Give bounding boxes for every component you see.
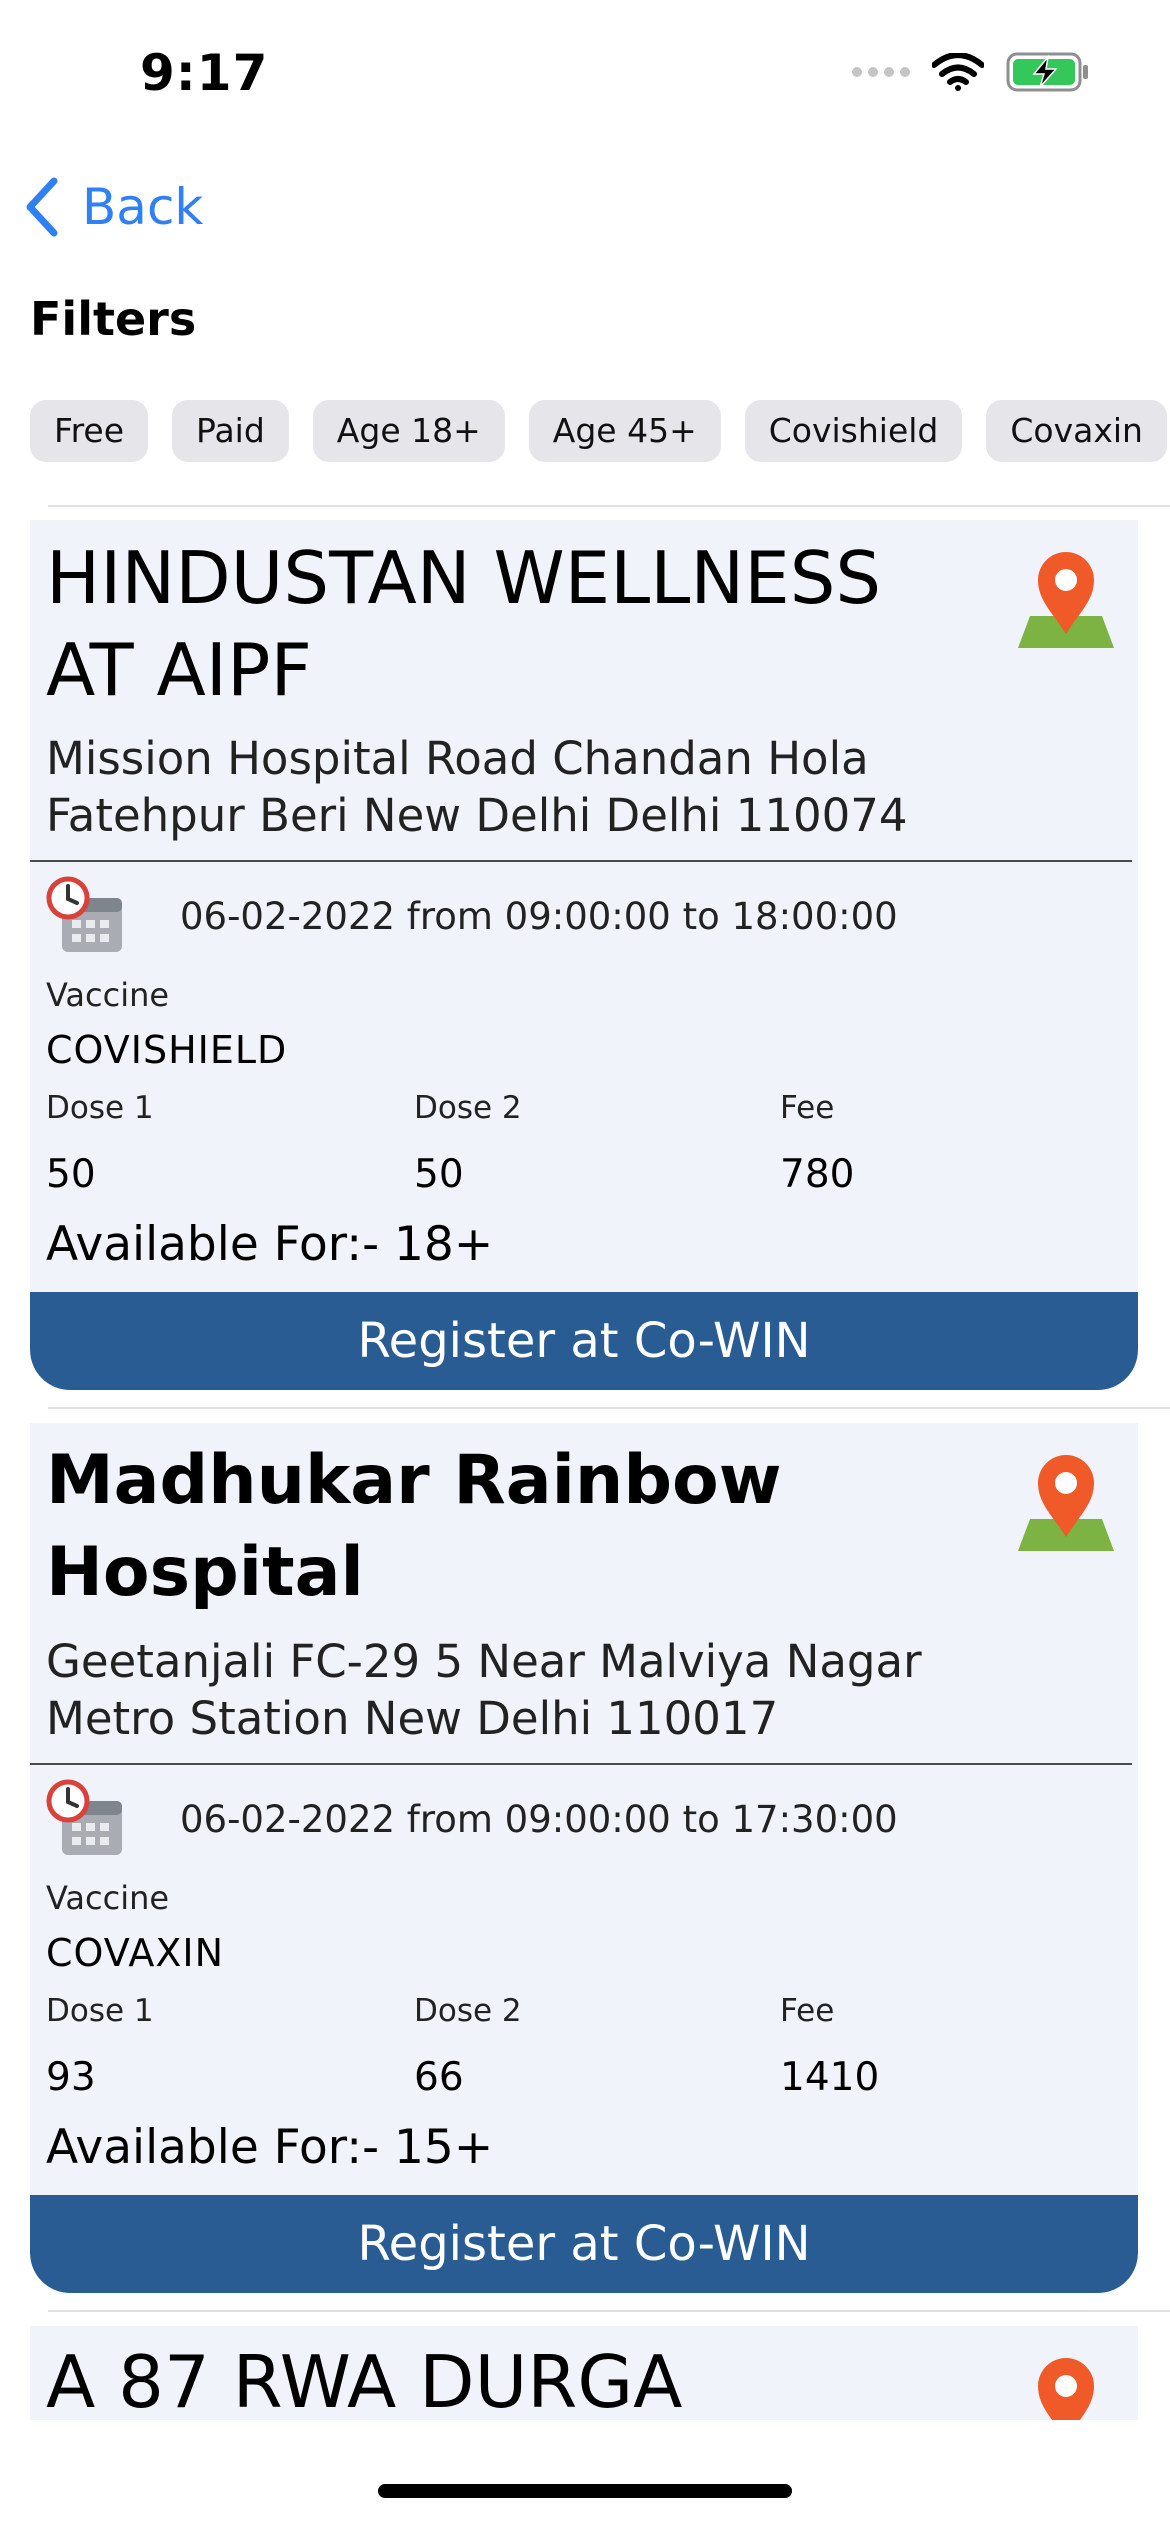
map-pin-icon[interactable] [1016, 544, 1116, 650]
calendar-clock-icon [46, 876, 122, 952]
filter-chip-covaxin[interactable]: Covaxin [986, 400, 1167, 462]
dose1-label: Dose 1 [46, 1993, 154, 2029]
dose1-label: Dose 1 [46, 1090, 154, 1126]
wifi-icon [932, 53, 984, 91]
status-bar: 9:17 [0, 0, 1170, 150]
vaccine-label: Vaccine [46, 976, 170, 1014]
filters-heading: Filters [30, 292, 197, 346]
filter-chip-covishield[interactable]: Covishield [744, 400, 963, 462]
list-separator [48, 505, 1170, 507]
filter-chip-paid[interactable]: Paid [172, 400, 289, 462]
back-label: Back [82, 178, 204, 236]
center-card: HINDUSTAN WELLNESS AT AIPF Mission Hospi… [30, 520, 1138, 1390]
register-cowin-button[interactable]: Register at Co-WIN [30, 1292, 1138, 1390]
status-time: 9:17 [140, 44, 269, 102]
dose1-value: 93 [46, 2055, 96, 2100]
fee-value: 780 [780, 1152, 855, 1197]
register-cowin-button[interactable]: Register at Co-WIN [30, 2195, 1138, 2293]
card-divider [30, 1763, 1132, 1765]
filter-chip-age-45[interactable]: Age 45+ [528, 400, 721, 462]
map-pin-icon[interactable] [1016, 1447, 1116, 1553]
center-card: A 87 RWA DURGA [30, 2326, 1138, 2420]
battery-charging-icon [1006, 52, 1088, 92]
card-divider [30, 860, 1132, 862]
list-separator [48, 2310, 1170, 2312]
vaccine-label: Vaccine [46, 1879, 170, 1917]
vaccine-name: COVAXIN [46, 1931, 224, 1975]
center-address: Geetanjali FC-29 5 Near Malviya Nagar Me… [46, 1635, 922, 1745]
center-name: HINDUSTAN WELLNESS AT AIPF [46, 536, 882, 712]
schedule-text: 06-02-2022 from 09:00:00 to 18:00:00 [180, 895, 898, 938]
chevron-left-icon [26, 177, 58, 237]
center-name: A 87 RWA DURGA [46, 2340, 683, 2420]
home-indicator[interactable] [378, 2484, 792, 2498]
available-for-text: Available For:- 15+ [46, 2120, 494, 2175]
dose2-label: Dose 2 [414, 1090, 522, 1126]
cellular-signal-icon [852, 67, 910, 77]
calendar-clock-icon [46, 1779, 122, 1855]
status-icons [852, 52, 1090, 92]
filter-chip-free[interactable]: Free [30, 400, 149, 462]
vaccine-name: COVISHIELD [46, 1028, 288, 1072]
center-name: Madhukar Rainbow Hospital [46, 1441, 782, 1612]
available-for-text: Available For:- 18+ [46, 1217, 494, 1272]
center-address: Mission Hospital Road Chandan Hola Fateh… [46, 732, 908, 842]
dose2-value: 50 [414, 1152, 464, 1197]
dose2-value: 66 [414, 2055, 464, 2100]
fee-label: Fee [780, 1993, 835, 2029]
fee-label: Fee [780, 1090, 835, 1126]
map-pin-icon[interactable] [1016, 2350, 1116, 2420]
dose1-value: 50 [46, 1152, 96, 1197]
filter-chips: Free Paid Age 18+ Age 45+ Covishield Cov… [30, 400, 1170, 462]
bottom-safe-area [0, 2420, 1170, 2532]
fee-value: 1410 [780, 2055, 880, 2100]
schedule-text: 06-02-2022 from 09:00:00 to 17:30:00 [180, 1798, 898, 1841]
filter-chip-age-18[interactable]: Age 18+ [312, 400, 505, 462]
center-card: Madhukar Rainbow Hospital Geetanjali FC-… [30, 1423, 1138, 2293]
back-button[interactable]: Back [24, 172, 203, 242]
dose2-label: Dose 2 [414, 1993, 522, 2029]
list-separator [48, 1407, 1170, 1409]
